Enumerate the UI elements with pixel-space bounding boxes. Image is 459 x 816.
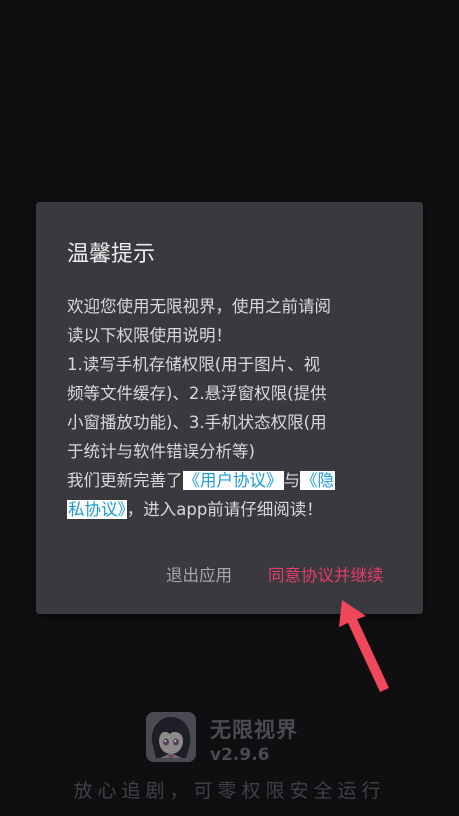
splash-screen: 无限视界 v2.9.6 放心追剧，可零权限安全运行 温馨提示 欢迎您使用无限视界… bbox=[0, 0, 459, 816]
dialog-title: 温馨提示 bbox=[67, 242, 156, 267]
body-line-4: 频等文件缓存)、2.悬浮窗权限(提供 bbox=[67, 384, 327, 403]
splash-brand: 无限视界 v2.9.6 bbox=[146, 712, 346, 768]
exit-app-button[interactable]: 退出应用 bbox=[166, 562, 232, 586]
body-line-8: 私协议》，进入app前请仔细阅读！ bbox=[67, 495, 403, 524]
dialog-actions: 退出应用 同意协议并继续 bbox=[36, 562, 423, 592]
body-line-3: 1.读写手机存储权限(用于图片、视 bbox=[67, 355, 321, 374]
app-logo-icon bbox=[146, 712, 196, 762]
body-line-6: 于统计与软件错误分析等) bbox=[67, 442, 255, 461]
app-version: v2.9.6 bbox=[210, 745, 270, 765]
conjunction-text: 与 bbox=[283, 471, 301, 490]
agree-continue-button[interactable]: 同意协议并继续 bbox=[268, 562, 384, 586]
body-line-1: 欢迎您使用无限视界，使用之前请阅 bbox=[67, 297, 331, 316]
body-line-5: 小窗播放功能)、3.手机状态权限(用 bbox=[67, 413, 327, 432]
privacy-agreement-link-part2[interactable]: 私协议》 bbox=[67, 500, 127, 519]
privacy-agreement-link-part1[interactable]: 《隐 bbox=[300, 471, 335, 490]
dialog-body: 欢迎您使用无限视界，使用之前请阅 读以下权限使用说明！ 1.读写手机存储权限(用… bbox=[67, 292, 403, 524]
app-name: 无限视界 bbox=[210, 718, 298, 742]
body-line-2: 读以下权限使用说明！ bbox=[67, 326, 232, 345]
annotation-arrow-icon bbox=[339, 600, 389, 692]
splash-tagline: 放心追剧，可零权限安全运行 bbox=[73, 780, 386, 802]
permission-dialog: 温馨提示 欢迎您使用无限视界，使用之前请阅 读以下权限使用说明！ 1.读写手机存… bbox=[36, 202, 423, 614]
read-carefully-text: ，进入app前请仔细阅读！ bbox=[126, 500, 323, 519]
agreement-intro-text: 我们更新完善了 bbox=[67, 471, 183, 490]
body-line-7: 我们更新完善了《用户协议》与《隐 bbox=[67, 466, 403, 495]
user-agreement-link[interactable]: 《用户协议》 bbox=[182, 471, 284, 490]
